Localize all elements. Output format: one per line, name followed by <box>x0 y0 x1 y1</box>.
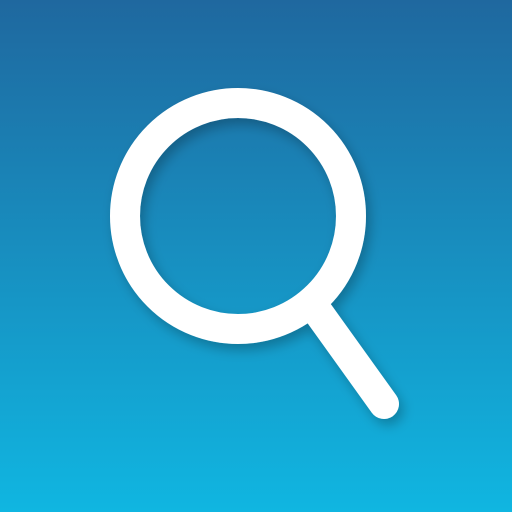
search-app-icon[interactable] <box>0 0 512 512</box>
handle <box>303 297 399 419</box>
lens-ring <box>110 88 366 344</box>
magnifier-glyph <box>110 88 399 419</box>
